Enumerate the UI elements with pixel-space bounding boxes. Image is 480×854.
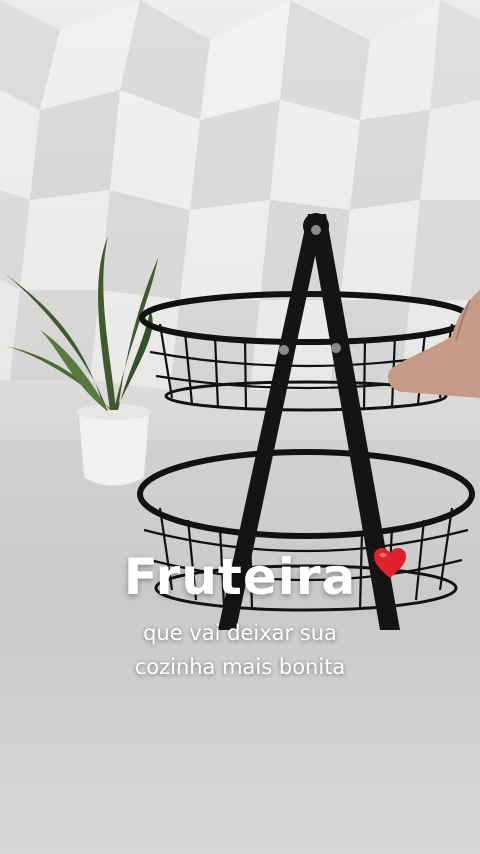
potted-plant xyxy=(0,236,158,487)
caption-line-1: que vai deixar sua xyxy=(143,621,337,645)
caption-title: Fruteira xyxy=(123,548,357,606)
heart-icon xyxy=(374,548,406,578)
hand xyxy=(387,290,480,398)
product-illustration xyxy=(0,213,480,630)
photo-scene: Fruteira que vai deixar sua cozinha mais… xyxy=(0,0,480,854)
caption-line-2: cozinha mais bonita xyxy=(134,655,346,679)
